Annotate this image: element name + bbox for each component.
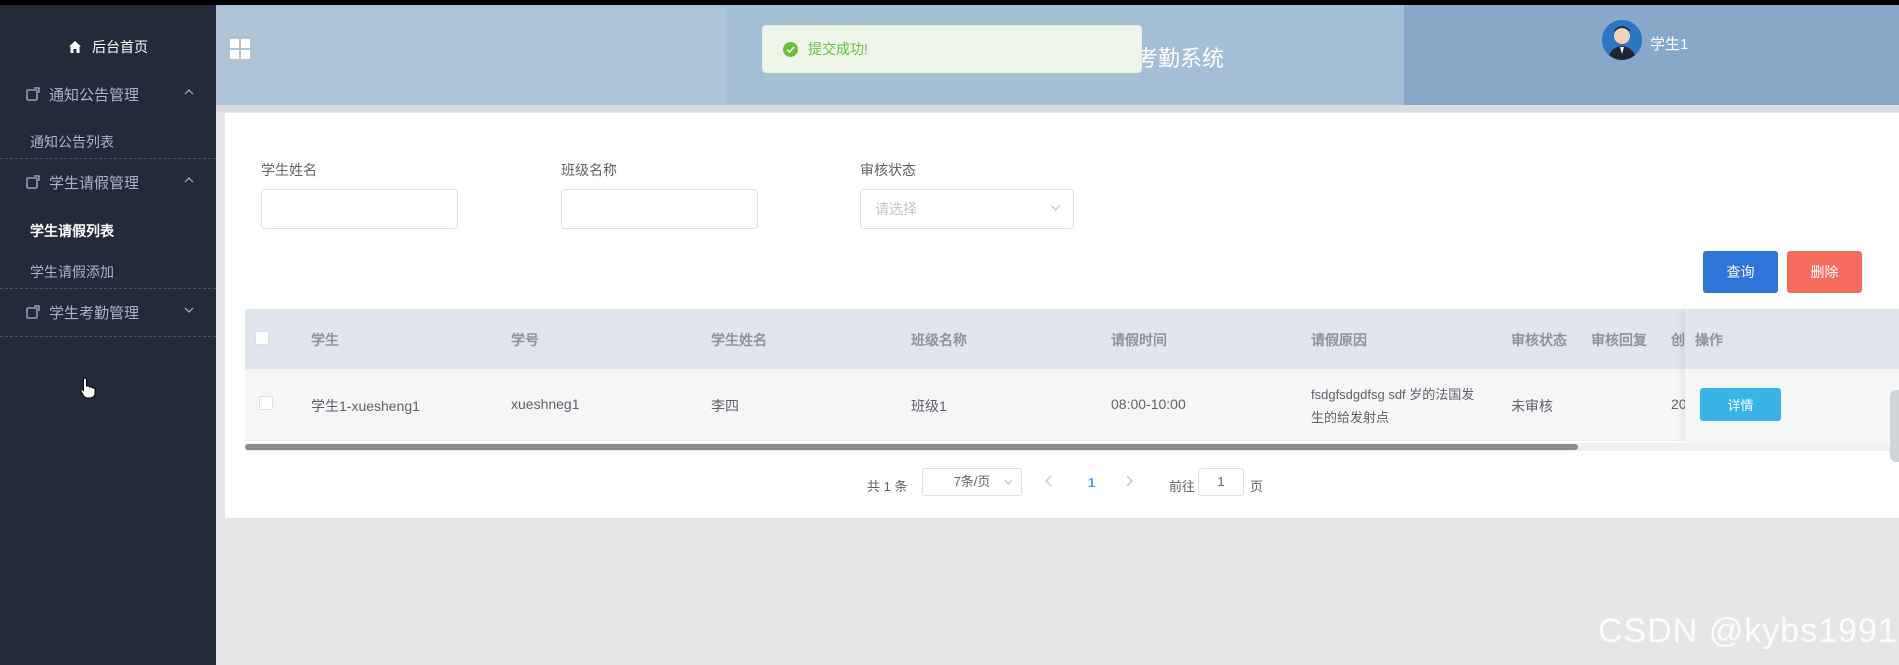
share-icon bbox=[26, 175, 40, 189]
row-checkbox[interactable] bbox=[259, 396, 273, 410]
column-header: 操作 bbox=[1695, 332, 1723, 348]
main-card: 学生姓名 班级名称 审核状态 请选择 查询 删除 学生 学号 学生姓名 班级名称… bbox=[225, 113, 1899, 518]
chevron-up-icon bbox=[184, 89, 194, 95]
column-header[interactable]: 学生姓名 bbox=[711, 330, 767, 350]
pagination: 共 1 条 7条/页 1 前往 1 页 bbox=[225, 468, 1899, 498]
sidebar-home-link[interactable]: 后台首页 bbox=[0, 35, 216, 59]
status-placeholder: 请选择 bbox=[875, 201, 917, 217]
toast-message: 提交成功! bbox=[808, 41, 868, 57]
sidebar-home-label: 后台首页 bbox=[92, 39, 148, 55]
column-header[interactable]: 审核状态 bbox=[1511, 330, 1567, 350]
sidebar-group-label: 学生请假管理 bbox=[49, 174, 140, 192]
watermark: CSDN @kybs1991 bbox=[1598, 612, 1898, 650]
delete-button[interactable]: 删除 bbox=[1787, 251, 1862, 293]
chevron-down-icon bbox=[184, 307, 194, 313]
column-header[interactable]: 学号 bbox=[511, 330, 539, 350]
cell-status: 未审核 bbox=[1511, 398, 1553, 414]
cell-student: 学生1-xuesheng1 bbox=[311, 398, 420, 414]
chevron-left-icon[interactable] bbox=[1045, 475, 1053, 487]
goto-page-input[interactable]: 1 bbox=[1198, 468, 1244, 496]
page-number-current[interactable]: 1 bbox=[1088, 475, 1095, 490]
grid-menu-icon[interactable] bbox=[229, 38, 251, 60]
column-header[interactable]: 请假时间 bbox=[1111, 330, 1167, 350]
sidebar-item-leave-add[interactable]: 学生请假添加 bbox=[30, 262, 114, 282]
sidebar-item-notice-list[interactable]: 通知公告列表 bbox=[30, 132, 114, 152]
header-bottom-strip bbox=[216, 105, 1899, 112]
sidebar-group-label: 学生考勤管理 bbox=[49, 304, 140, 322]
sidebar-divider bbox=[0, 336, 216, 337]
status-select[interactable]: 请选择 bbox=[860, 189, 1074, 229]
cell-leave-time: 08:00-10:00 bbox=[1111, 396, 1186, 412]
table-scrollbar[interactable] bbox=[245, 443, 1899, 451]
chevron-down-icon bbox=[1004, 479, 1013, 485]
page-suffix: 页 bbox=[1250, 479, 1264, 494]
sidebar-group-attendance[interactable]: 学生考勤管理 bbox=[0, 287, 216, 337]
leave-table: 学生 学号 学生姓名 班级名称 请假时间 请假原因 审核状态 审核回复 创 学生… bbox=[245, 309, 1899, 453]
home-icon bbox=[69, 41, 81, 53]
chevron-right-icon[interactable] bbox=[1125, 475, 1133, 487]
cell-student-no: xueshneg1 bbox=[511, 396, 580, 412]
class-name-input[interactable] bbox=[561, 189, 758, 229]
page-size-value: 7条/页 bbox=[953, 474, 991, 489]
goto-label: 前往 bbox=[1169, 479, 1196, 494]
status-label: 审核状态 bbox=[860, 162, 916, 178]
column-header[interactable]: 请假原因 bbox=[1311, 330, 1367, 350]
chevron-up-icon bbox=[184, 177, 194, 183]
right-edge-handle[interactable] bbox=[1890, 390, 1899, 462]
column-header[interactable]: 审核回复 bbox=[1591, 330, 1647, 350]
user-name[interactable]: 学生1 bbox=[1650, 33, 1688, 54]
action-cell: 详情 bbox=[1685, 369, 1899, 441]
sidebar-group-leave[interactable]: 学生请假管理 bbox=[0, 157, 216, 207]
column-header[interactable]: 学生 bbox=[311, 330, 339, 350]
scrollbar-thumb[interactable] bbox=[245, 444, 1578, 450]
page-size-select[interactable]: 7条/页 bbox=[922, 468, 1022, 496]
hand-cursor-icon bbox=[80, 377, 96, 399]
action-header: 操作 bbox=[1685, 309, 1899, 369]
detail-button[interactable]: 详情 bbox=[1700, 388, 1781, 421]
chevron-down-icon bbox=[1050, 204, 1061, 211]
table-row: 学生1-xuesheng1 xueshneg1 李四 班级1 08:00-10:… bbox=[245, 369, 1899, 441]
user-avatar-icon bbox=[1602, 20, 1642, 60]
avatar[interactable] bbox=[1602, 20, 1642, 60]
column-header[interactable]: 创 bbox=[1671, 330, 1685, 350]
cell-class-name: 班级1 bbox=[911, 398, 947, 414]
class-name-label: 班级名称 bbox=[561, 162, 617, 178]
check-circle-icon bbox=[783, 41, 798, 57]
sidebar-group-notice[interactable]: 通知公告管理 bbox=[0, 69, 216, 119]
cell-reason-line2: 生的给发射点 bbox=[1311, 410, 1390, 425]
column-header[interactable]: 班级名称 bbox=[911, 330, 967, 350]
share-icon bbox=[26, 87, 40, 101]
sidebar-group-label: 通知公告管理 bbox=[49, 86, 140, 104]
cell-student-name: 李四 bbox=[711, 398, 739, 414]
system-title: 考勤系统 bbox=[1136, 46, 1225, 71]
cell-reason-line1: fsdgfsdgdfsg sdf 岁的法国发 bbox=[1311, 387, 1475, 402]
sidebar-item-leave-list[interactable]: 学生请假列表 bbox=[30, 221, 114, 241]
pagination-total: 共 1 条 bbox=[867, 479, 908, 494]
select-all-checkbox[interactable] bbox=[255, 331, 269, 345]
header-segment-right: 学生1 bbox=[1404, 5, 1899, 105]
student-name-input[interactable] bbox=[261, 189, 458, 229]
query-button[interactable]: 查询 bbox=[1703, 251, 1778, 293]
sidebar: 后台首页 通知公告管理 通知公告列表 学生请假管理 学生请假列表 学生请假添加 … bbox=[0, 5, 216, 665]
success-toast: 提交成功! bbox=[762, 25, 1142, 73]
fixed-action-column: 操作 详情 bbox=[1685, 309, 1899, 441]
share-icon bbox=[26, 305, 40, 319]
table-header: 学生 学号 学生姓名 班级名称 请假时间 请假原因 审核状态 审核回复 创 bbox=[245, 309, 1899, 369]
header-segment-left bbox=[216, 5, 726, 105]
student-name-label: 学生姓名 bbox=[261, 162, 317, 178]
